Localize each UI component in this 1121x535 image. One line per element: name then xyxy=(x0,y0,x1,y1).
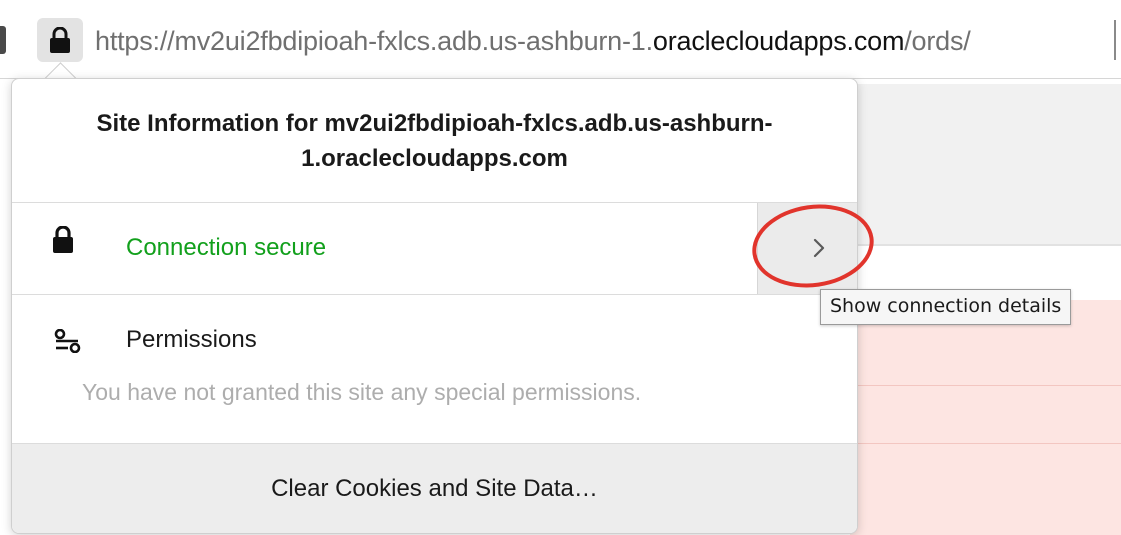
connection-details-tooltip: Show connection details xyxy=(820,289,1072,325)
urlbar-right-edge xyxy=(1114,20,1116,60)
address-bar: https://mv2ui2fbdipioah-fxlcs.adb.us-ash… xyxy=(0,0,1121,79)
page-header-bar xyxy=(850,84,1121,246)
lock-icon xyxy=(50,27,70,53)
url-prefix: https://mv2ui2fbdipioah-fxlcs.adb.us-ash… xyxy=(95,26,653,56)
permissions-heading: Permissions xyxy=(126,326,257,353)
permissions-icon xyxy=(54,329,81,353)
url-domain: oraclecloudapps.com xyxy=(652,26,905,56)
lock-icon xyxy=(53,226,73,253)
page-error-region xyxy=(850,300,1121,535)
page-left-strip xyxy=(0,79,10,535)
site-information-panel: Site Information for mv2ui2fbdipioah-fxl… xyxy=(11,78,858,534)
permissions-section: Permissions You have not granted this si… xyxy=(12,295,857,444)
permissions-empty-message: You have not granted this site any speci… xyxy=(82,379,642,405)
page-row-divider xyxy=(850,385,1121,386)
page-row-divider xyxy=(850,443,1121,444)
panel-header: Site Information for mv2ui2fbdipioah-fxl… xyxy=(12,79,857,203)
url-text[interactable]: https://mv2ui2fbdipioah-fxlcs.adb.us-ash… xyxy=(95,25,971,57)
panel-title: Site Information for mv2ui2fbdipioah-fxl… xyxy=(96,109,773,172)
url-suffix: /ords/ xyxy=(904,26,971,56)
connection-secure-label: Connection secure xyxy=(126,234,327,261)
clear-cookies-button[interactable]: Clear Cookies and Site Data… xyxy=(12,444,857,533)
back-button-edge[interactable] xyxy=(0,26,6,54)
connection-security-row[interactable]: Connection secure xyxy=(12,203,857,295)
site-identity-button[interactable] xyxy=(37,18,83,62)
